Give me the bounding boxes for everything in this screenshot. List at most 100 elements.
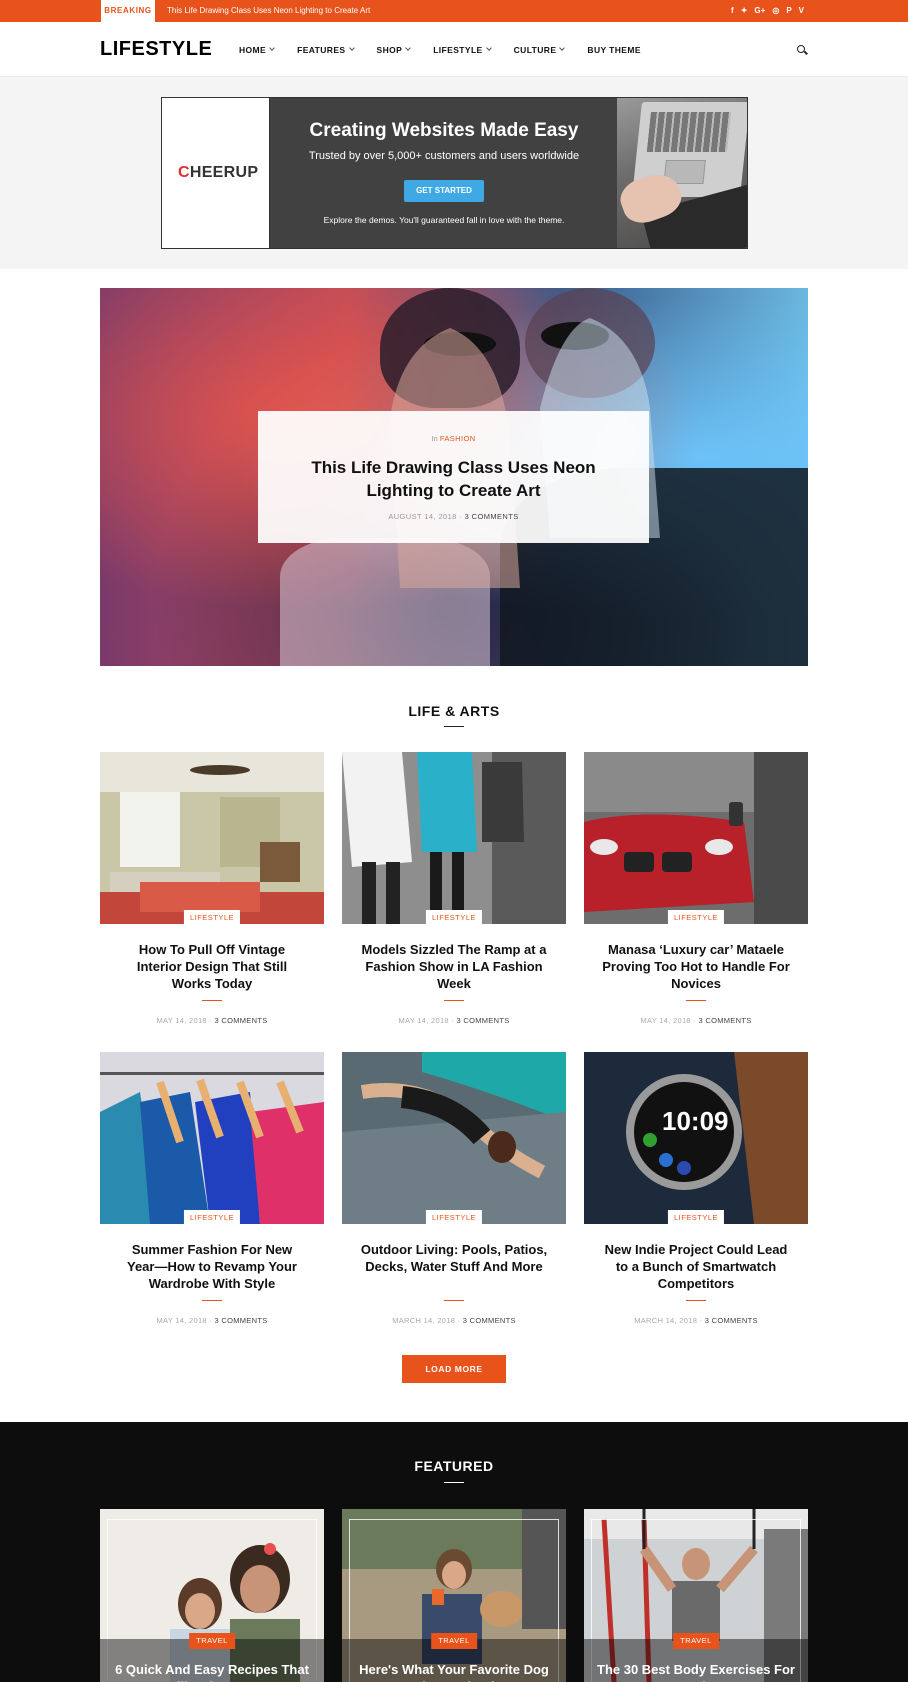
chevron-down-icon xyxy=(485,45,492,51)
post-thumbnail-interior[interactable]: LIFESTYLE xyxy=(100,752,324,924)
ad-brand-panel: CHEERUP xyxy=(162,98,270,248)
post-meta: MAY 14, 2018 · 3 COMMENTS xyxy=(640,1016,752,1025)
category-tag[interactable]: LIFESTYLE xyxy=(183,1210,241,1224)
post-meta: AUGUST 14, 2018 · 3 COMMENTS xyxy=(388,512,519,521)
post-title[interactable]: Outdoor Living: Pools, Patios, Decks, Wa… xyxy=(360,1241,548,1275)
post-thumbnail-smartwatch[interactable]: 10:09 LIFESTYLE xyxy=(584,1052,808,1224)
post-card[interactable]: LIFESTYLE Manasa ‘Luxury car’ Mataele Pr… xyxy=(584,752,808,1032)
nav-label: LIFESTYLE xyxy=(433,44,483,55)
post-card[interactable]: LIFESTYLE Summer Fashion For New Year—Ho… xyxy=(100,1052,324,1332)
post-meta: MAY 14, 2018 · 3 COMMENTS xyxy=(156,1016,268,1025)
post-card[interactable]: LIFESTYLE Outdoor Living: Pools, Patios,… xyxy=(342,1052,566,1332)
hero-post-title[interactable]: This Life Drawing Class Uses Neon Lighti… xyxy=(278,456,629,502)
featured-post-title[interactable]: Here's What Your Favorite Dog Breed Reve… xyxy=(352,1661,556,1682)
post-thumbnail-hangers[interactable]: LIFESTYLE xyxy=(100,1052,324,1224)
ad-footer-text: Explore the demos. You'll guaranteed fal… xyxy=(323,215,565,225)
nav-item-home[interactable]: HOME xyxy=(239,44,275,55)
comments-link[interactable]: 3 COMMENTS xyxy=(699,1016,752,1025)
post-title[interactable]: Models Sizzled The Ramp at a Fashion Sho… xyxy=(360,941,548,992)
post-date: MARCH 14, 2018 xyxy=(392,1316,456,1325)
category-tag[interactable]: TRAVEL xyxy=(673,1633,719,1649)
facebook-icon[interactable]: f xyxy=(731,0,734,22)
poolside-image xyxy=(342,1052,566,1224)
title-underline xyxy=(444,1300,464,1301)
nav-item-culture[interactable]: CULTURE xyxy=(513,44,566,55)
section-title-life-arts: LIFE & ARTS xyxy=(408,703,500,719)
post-title[interactable]: New Indie Project Could Lead to a Bunch … xyxy=(602,1241,790,1292)
breaking-ticker-link[interactable]: This Life Drawing Class Uses Neon Lighti… xyxy=(167,0,370,22)
category-tag[interactable]: LIFESTYLE xyxy=(425,910,483,924)
nav-label: BUY THEME xyxy=(587,44,641,55)
post-title[interactable]: How To Pull Off Vintage Interior Design … xyxy=(118,941,306,992)
car-image xyxy=(584,752,808,924)
site-logo[interactable]: LIFESTYLE xyxy=(100,38,212,61)
category-tag[interactable]: LIFESTYLE xyxy=(667,910,725,924)
featured-post-title[interactable]: The 30 Best Body Exercises For Men Ideas xyxy=(594,1661,798,1682)
post-card[interactable]: 10:09 LIFESTYLE New Indie Project Could … xyxy=(584,1052,808,1332)
title-underline xyxy=(686,1000,706,1001)
ad-subtitle: Trusted by over 5,000+ customers and use… xyxy=(308,150,580,162)
post-title[interactable]: Summer Fashion For New Year—How to Revam… xyxy=(118,1241,306,1292)
post-date: MARCH 14, 2018 xyxy=(634,1316,698,1325)
post-thumbnail-car[interactable]: LIFESTYLE xyxy=(584,752,808,924)
category-link[interactable]: FASHION xyxy=(440,434,476,443)
comments-link[interactable]: 3 COMMENTS xyxy=(457,1016,510,1025)
comments-link[interactable]: 3 COMMENTS xyxy=(465,512,519,521)
ad-brand-logo: CHEERUP xyxy=(178,164,259,181)
post-card[interactable]: LIFESTYLE How To Pull Off Vintage Interi… xyxy=(100,752,324,1032)
title-underline xyxy=(686,1300,706,1301)
title-underline xyxy=(202,1000,222,1001)
get-started-button[interactable]: GET STARTED xyxy=(404,180,484,202)
ad-banner[interactable]: CHEERUP Creating Websites Made Easy Trus… xyxy=(161,97,748,249)
post-meta: MAY 14, 2018 · 3 COMMENTS xyxy=(398,1016,510,1025)
google-plus-icon[interactable]: G+ xyxy=(754,0,765,22)
nav-item-buy-theme[interactable]: BUY THEME xyxy=(587,45,641,55)
category-tag[interactable]: TRAVEL xyxy=(189,1633,235,1649)
section-divider xyxy=(444,726,464,727)
post-thumbnail-fashion[interactable]: LIFESTYLE xyxy=(342,752,566,924)
post-date: AUGUST 14, 2018 xyxy=(388,512,457,521)
section-divider xyxy=(444,1482,464,1483)
title-underline xyxy=(202,1300,222,1301)
comments-link[interactable]: 3 COMMENTS xyxy=(215,1016,268,1025)
twitter-icon[interactable]: ✦ xyxy=(741,0,748,22)
vimeo-icon[interactable]: V xyxy=(799,0,804,22)
comments-link[interactable]: 3 COMMENTS xyxy=(215,1316,268,1325)
post-date: MAY 14, 2018 xyxy=(156,1316,207,1325)
nav-label: FEATURES xyxy=(297,44,346,55)
pinterest-icon[interactable]: P xyxy=(786,0,791,22)
clothes-rack-image xyxy=(100,1052,324,1224)
instagram-icon[interactable]: ◎ xyxy=(772,0,779,22)
post-date: MAY 14, 2018 xyxy=(156,1016,207,1025)
category-tag[interactable]: TRAVEL xyxy=(431,1633,477,1649)
title-underline xyxy=(444,1000,464,1001)
nav-item-shop[interactable]: SHOP xyxy=(377,45,412,55)
post-card[interactable]: LIFESTYLE Models Sizzled The Ramp at a F… xyxy=(342,752,566,1032)
interior-image xyxy=(100,752,324,924)
load-more-button[interactable]: LOAD MORE xyxy=(402,1355,506,1383)
post-meta: MAY 14, 2018 · 3 COMMENTS xyxy=(156,1316,268,1325)
chevron-down-icon xyxy=(269,45,275,51)
comments-link[interactable]: 3 COMMENTS xyxy=(463,1316,516,1325)
nav-label: HOME xyxy=(239,44,267,55)
main-nav: HOME FEATURES SHOP LIFESTYLE CULTURE BUY… xyxy=(239,22,664,77)
hero-post-card[interactable]: In FASHION This Life Drawing Class Uses … xyxy=(258,411,649,543)
ad-title: Creating Websites Made Easy xyxy=(309,120,579,141)
featured-card[interactable]: TRAVEL 6 Quick And Easy Recipes That Wil… xyxy=(100,1509,324,1682)
runway-image xyxy=(342,752,566,924)
post-thumbnail-pool[interactable]: LIFESTYLE xyxy=(342,1052,566,1224)
search-icon[interactable] xyxy=(797,45,805,53)
post-meta: MARCH 14, 2018 · 3 COMMENTS xyxy=(392,1316,516,1325)
smartwatch-image: 10:09 xyxy=(584,1052,808,1224)
category-tag[interactable]: LIFESTYLE xyxy=(667,1210,725,1224)
nav-item-lifestyle[interactable]: LIFESTYLE xyxy=(433,44,492,55)
comments-link[interactable]: 3 COMMENTS xyxy=(705,1316,758,1325)
post-title[interactable]: Manasa ‘Luxury car’ Mataele Proving Too … xyxy=(602,941,790,992)
featured-post-title[interactable]: 6 Quick And Easy Recipes That Will Make … xyxy=(110,1661,314,1682)
nav-label: CULTURE xyxy=(513,44,557,55)
category-tag[interactable]: LIFESTYLE xyxy=(425,1210,483,1224)
nav-item-features[interactable]: FEATURES xyxy=(297,44,355,55)
featured-card[interactable]: TRAVEL Here's What Your Favorite Dog Bre… xyxy=(342,1509,566,1682)
featured-card[interactable]: TRAVEL The 30 Best Body Exercises For Me… xyxy=(584,1509,808,1682)
category-tag[interactable]: LIFESTYLE xyxy=(183,910,241,924)
